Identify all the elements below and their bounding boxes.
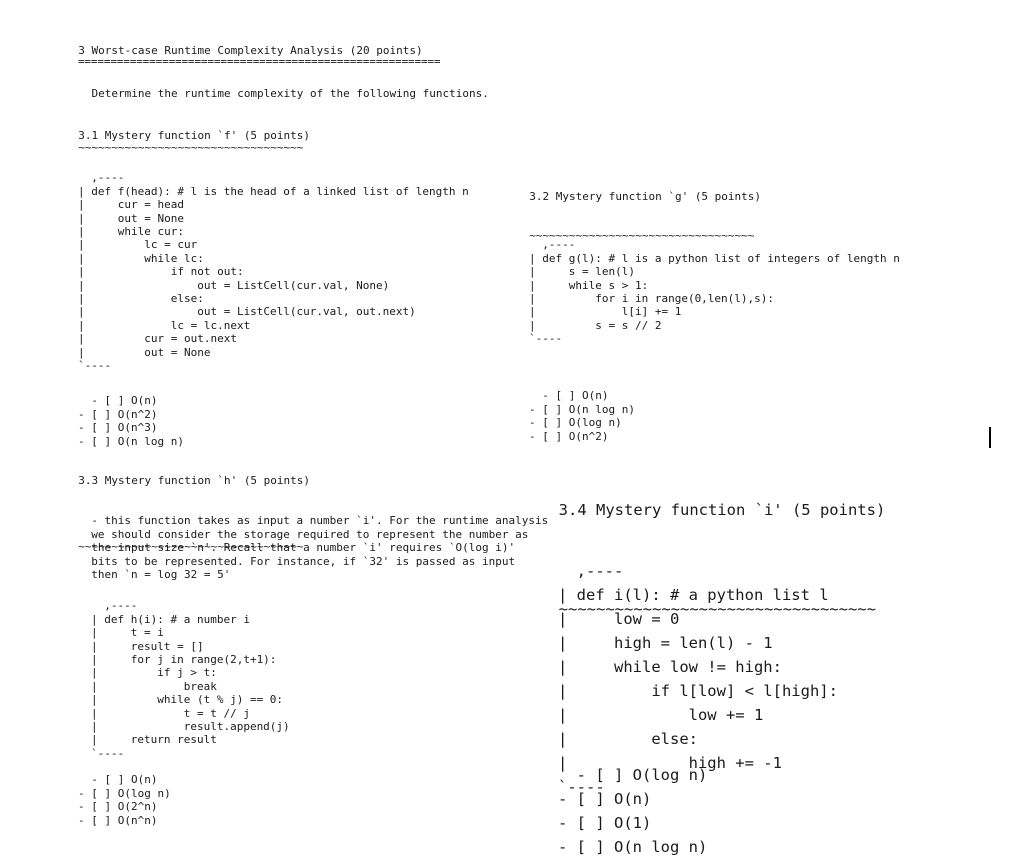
section-3-2-heading: 3.2 Mystery function `g' (5 points) [516,177,761,204]
section-3-3-heading: 3.3 Mystery function `h' (5 points) [65,461,310,488]
section-3-4-options-text[interactable]: - [ ] O(log n) - [ ] O(n) - [ ] O(1) - [… [558,766,707,856]
section-3-2-heading-text: 3.2 Mystery function `g' (5 points) [529,190,762,204]
section-3-4-options[interactable]: - [ ] O(log n) - [ ] O(n) - [ ] O(1) - [… [558,739,707,859]
section-3-1-code-block: ,---- | def f(head): # l is the head of … [78,158,469,373]
section-3-1-rule-text: ~~~~~~~~~~~~~~~~~~~~~~~~~~~~~~~~~~ [78,141,304,155]
section-3-3-code-block: ,---- | def h(i): # a number i | t = i |… [91,586,290,760]
section-3-2-options-text[interactable]: - [ ] O(n) - [ ] O(n log n) - [ ] O(log … [529,389,635,442]
section-3-3-options-text[interactable]: - [ ] O(n) - [ ] O(log n) - [ ] O(2^n) -… [78,773,171,826]
section-3-3-paragraph-text: - this function takes as input a number … [91,514,549,582]
text-cursor [989,427,991,448]
section-3-1-rule: ~~~~~~~~~~~~~~~~~~~~~~~~~~~~~~~~~~ [65,128,1034,155]
section-3-4-heading: 3.4 Mystery function `i' (5 points) [540,474,886,522]
document-heading-rule: ========================================… [65,42,440,69]
section-3-4-heading-text: 3.4 Mystery function `i' (5 points) [558,501,886,519]
section-3-1-code-text: ,---- | def f(head): # l is the head of … [78,171,469,373]
intro-paragraph-text: Determine the runtime complexity of the … [78,87,489,101]
section-3-3-options[interactable]: - [ ] O(n) - [ ] O(log n) - [ ] O(2^n) -… [78,760,171,827]
section-3-2-code-block: ,---- | def g(l): # l is a python list o… [529,225,900,346]
section-3-3-code-text: ,---- | def h(i): # a number i | t = i |… [91,599,290,760]
section-3-2-options[interactable]: - [ ] O(n) - [ ] O(n log n) - [ ] O(log … [529,376,635,443]
section-3-1-options-text[interactable]: - [ ] O(n) - [ ] O(n^2) - [ ] O(n^3) - [… [78,394,184,447]
section-3-1-options[interactable]: - [ ] O(n) - [ ] O(n^2) - [ ] O(n^3) - [… [78,381,184,448]
section-3-3-paragraph: - this function takes as input a number … [78,501,548,581]
intro-paragraph: Determine the runtime complexity of the … [65,74,489,101]
section-3-3-heading-text: 3.3 Mystery function `h' (5 points) [78,474,311,488]
section-3-2-code-text: ,---- | def g(l): # l is a python list o… [529,238,900,346]
document-heading-rule-text: ========================================… [77,55,441,69]
